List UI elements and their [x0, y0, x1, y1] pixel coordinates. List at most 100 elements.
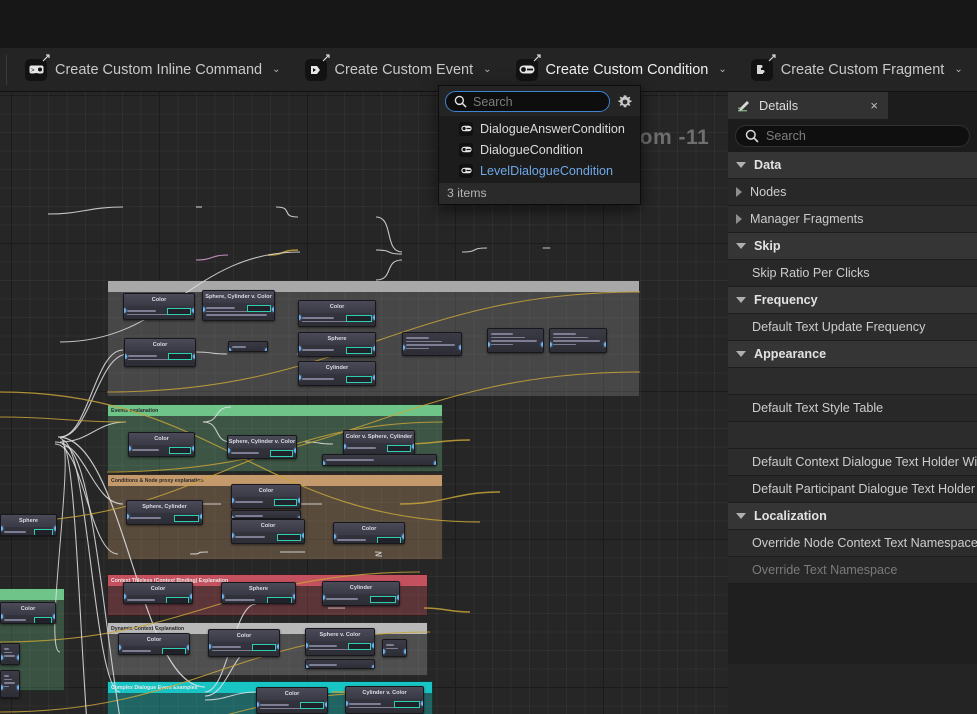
- graph-node-output-pin[interactable]: [373, 346, 375, 351]
- graph-node-output-pin[interactable]: [277, 644, 279, 649]
- graph-node-output-pin[interactable]: [421, 701, 423, 706]
- graph-node-output-field[interactable]: [300, 702, 324, 709]
- graph-node-output-field[interactable]: [346, 376, 372, 383]
- tab-details[interactable]: Details ×: [728, 92, 888, 119]
- create-custom-condition-dropdown[interactable]: Search DialogueAnswerCondition DialogueC…: [438, 85, 641, 205]
- graph-node-output-pin[interactable]: [193, 354, 195, 359]
- graph-node[interactable]: Sphere, Cylinder: [126, 500, 203, 525]
- dropdown-item[interactable]: LevelDialogueCondition: [439, 160, 640, 181]
- graph-node-output-field[interactable]: [167, 308, 191, 315]
- graph-node[interactable]: Cylinder: [322, 581, 400, 606]
- details-property-row[interactable]: Manager Fragments: [728, 206, 977, 233]
- graph-node-output-pin[interactable]: [459, 345, 461, 350]
- graph-node[interactable]: Color: [298, 300, 376, 327]
- details-category-row[interactable]: Skip: [728, 233, 977, 260]
- details-property-row[interactable]: Skip Ratio Per Clicks: [728, 260, 977, 287]
- graph-node[interactable]: Color: [123, 293, 195, 320]
- graph-node[interactable]: [487, 328, 544, 353]
- graph-node-output-pin[interactable]: [192, 446, 194, 451]
- create-custom-fragment-button[interactable]: Create Custom Fragment ⌄: [739, 50, 975, 90]
- graph-node-output-field[interactable]: [346, 315, 372, 322]
- details-property-row[interactable]: Default Text Update Frequency: [728, 314, 977, 341]
- chevron-down-icon[interactable]: ⌄: [272, 64, 280, 75]
- graph-node[interactable]: Sphere: [0, 514, 57, 536]
- chevron-down-icon[interactable]: [736, 513, 746, 519]
- dropdown-item[interactable]: DialogueAnswerCondition: [439, 118, 640, 139]
- graph-node-output-field[interactable]: [165, 597, 189, 603]
- create-custom-condition-button[interactable]: Create Custom Condition ⌄: [504, 50, 739, 90]
- chevron-right-icon[interactable]: [736, 214, 742, 224]
- graph-node[interactable]: Sphere v. Color: [305, 628, 375, 656]
- graph-node-output-field[interactable]: [269, 450, 293, 457]
- dropdown-item-list[interactable]: DialogueAnswerCondition DialogueConditio…: [439, 116, 640, 183]
- graph-node-output-pin[interactable]: [54, 526, 56, 531]
- graph-node-output-pin[interactable]: [412, 444, 414, 449]
- graph-node-output-field[interactable]: [168, 447, 191, 454]
- graph-node[interactable]: [305, 659, 375, 669]
- graph-node[interactable]: Sphere: [221, 582, 296, 604]
- graph-node-output-field[interactable]: [34, 529, 53, 535]
- details-search-field[interactable]: Search: [735, 124, 970, 147]
- chevron-down-icon[interactable]: [736, 243, 746, 249]
- chevron-right-icon[interactable]: [736, 187, 742, 197]
- graph-node[interactable]: Color: [256, 687, 328, 714]
- graph-node-output-pin[interactable]: [293, 594, 295, 599]
- graph-node-output-field[interactable]: [387, 445, 411, 452]
- details-category-row[interactable]: Appearance: [728, 341, 977, 368]
- graph-node[interactable]: Sphere: [298, 332, 376, 357]
- dropdown-search-field[interactable]: Search: [445, 91, 610, 112]
- graph-node[interactable]: [228, 341, 268, 352]
- graph-node-output-pin[interactable]: [187, 645, 189, 650]
- graph-node-output-pin[interactable]: [373, 315, 375, 320]
- graph-node-output-field[interactable]: [276, 534, 301, 541]
- graph-node[interactable]: [0, 643, 20, 665]
- create-custom-inline-command-button[interactable]: >_ Create Custom Inline Command ⌄: [13, 50, 293, 90]
- graph-node[interactable]: Color: [231, 519, 305, 544]
- graph-node-output-pin[interactable]: [192, 308, 194, 313]
- details-property-row[interactable]: Default Participant Dialogue Text Holder…: [728, 476, 977, 503]
- graph-node-output-field[interactable]: [273, 499, 297, 506]
- graph-node-output-pin[interactable]: [190, 594, 192, 599]
- graph-node[interactable]: Color: [333, 522, 405, 544]
- graph-node[interactable]: [322, 454, 437, 466]
- graph-node-output-field[interactable]: [246, 305, 271, 312]
- details-category-row[interactable]: Localization: [728, 503, 977, 530]
- chevron-down-icon[interactable]: [736, 162, 746, 168]
- graph-node-output-field[interactable]: [33, 617, 52, 623]
- graph-node-output-field[interactable]: [347, 643, 371, 650]
- graph-node-output-pin[interactable]: [302, 533, 304, 538]
- details-property-row[interactable]: Default Text Style Table: [728, 395, 977, 422]
- details-property-row[interactable]: Override Text Namespace: [728, 557, 977, 584]
- graph-node-output-field[interactable]: [162, 648, 186, 654]
- graph-node-output-field[interactable]: [252, 644, 276, 651]
- graph-node-input-pin[interactable]: [323, 461, 325, 465]
- graph-node-output-pin[interactable]: [434, 461, 436, 465]
- details-property-row[interactable]: Nodes: [728, 179, 977, 206]
- graph-node[interactable]: Cylinder: [298, 361, 376, 386]
- details-property-row[interactable]: Override Node Context Text Namespace: [728, 530, 977, 557]
- graph-node[interactable]: [382, 639, 407, 657]
- graph-node-output-pin[interactable]: [17, 685, 19, 690]
- graph-node[interactable]: Color: [0, 602, 56, 624]
- graph-node-output-field[interactable]: [168, 353, 192, 360]
- graph-node-input-pin[interactable]: [383, 649, 385, 654]
- graph-node[interactable]: [549, 328, 607, 353]
- graph-node[interactable]: Color: [124, 338, 196, 367]
- graph-node-output-field[interactable]: [377, 537, 401, 543]
- graph-node-output-pin[interactable]: [17, 655, 19, 660]
- graph-node-output-field[interactable]: [393, 701, 420, 708]
- graph-node-output-field[interactable]: [370, 596, 396, 603]
- create-custom-event-button[interactable]: Create Custom Event ⌄: [293, 50, 504, 90]
- graph-node-output-field[interactable]: [267, 597, 292, 603]
- graph-node-output-pin[interactable]: [200, 514, 202, 519]
- graph-node-output-pin[interactable]: [325, 702, 327, 707]
- chevron-down-icon[interactable]: ⌄: [483, 64, 491, 75]
- graph-node-output-pin[interactable]: [53, 614, 55, 619]
- details-category-row[interactable]: Frequency: [728, 287, 977, 314]
- graph-node-output-pin[interactable]: [373, 375, 375, 380]
- graph-node-output-pin[interactable]: [541, 342, 543, 347]
- graph-node-output-pin[interactable]: [272, 307, 274, 312]
- chevron-down-icon[interactable]: [736, 297, 746, 303]
- graph-node[interactable]: Sphere, Cylinder v. Color: [227, 435, 297, 459]
- chevron-down-icon[interactable]: ⌄: [954, 64, 962, 75]
